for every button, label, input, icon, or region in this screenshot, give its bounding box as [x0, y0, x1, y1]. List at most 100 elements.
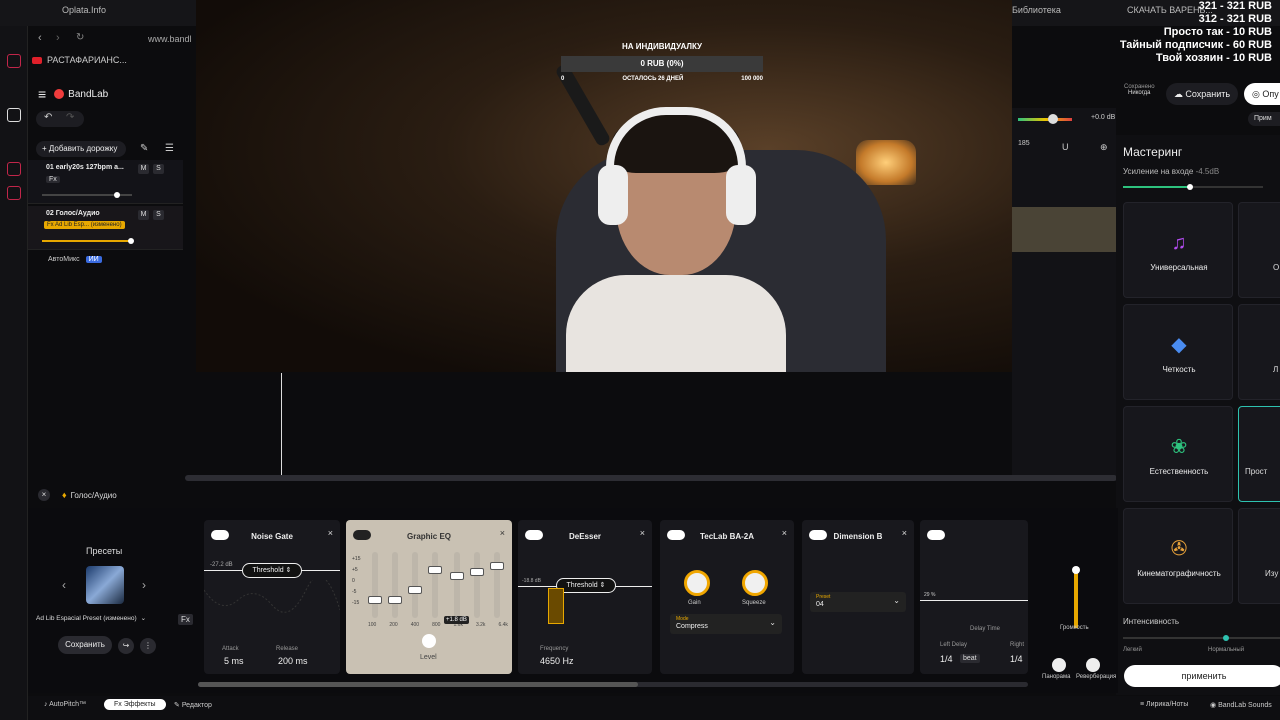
fx-icon[interactable]: Fx	[178, 614, 193, 625]
back-icon[interactable]: ‹	[38, 32, 42, 44]
close-icon[interactable]: ×	[500, 528, 505, 538]
audio-clip[interactable]	[1012, 207, 1116, 252]
close-icon[interactable]: ×	[38, 489, 50, 501]
frequency-band[interactable]	[548, 588, 564, 624]
eq-band-slider[interactable]	[490, 552, 504, 618]
eq-thumb[interactable]	[368, 596, 382, 604]
eq-band-slider[interactable]	[428, 552, 442, 618]
preset-next-icon[interactable]: ›	[142, 578, 146, 592]
delay-card[interactable]: 29 % Delay Time Left Delay 1/4 beat Righ…	[920, 520, 1028, 674]
playhead[interactable]	[281, 373, 282, 481]
volume-slider[interactable]	[1072, 566, 1080, 628]
eq-band-slider[interactable]	[408, 552, 422, 618]
timeline-area[interactable]: 185 U ⊕	[1012, 108, 1116, 480]
undo-icon[interactable]: ↶	[44, 112, 52, 123]
preset-card-natural[interactable]: ❀ Естественность	[1123, 406, 1233, 502]
preset-select[interactable]: Ad Lib Espacial Preset (изменено) ⌄	[36, 614, 168, 628]
preset-card-universal[interactable]: ♫ Универсальная	[1123, 202, 1233, 298]
scroll-thumb[interactable]	[198, 682, 638, 687]
close-icon[interactable]: ×	[640, 528, 645, 538]
sidebar-settings-icon[interactable]	[7, 186, 21, 200]
reverb-knob[interactable]	[1086, 658, 1100, 672]
graphic-eq-card[interactable]: Graphic EQ × +15 +5 0 -5 -15 100 200 400…	[346, 520, 512, 674]
delay-toggle[interactable]	[927, 530, 945, 540]
eq-thumb[interactable]	[470, 568, 484, 576]
level-knob[interactable]	[1048, 114, 1058, 124]
eq-thumb[interactable]	[428, 566, 442, 574]
horizontal-scrollbar[interactable]	[185, 475, 1117, 481]
dimension-card[interactable]: Dimension B × Preset 04 ⌄	[802, 520, 914, 674]
preset-card-partial[interactable]: О	[1238, 202, 1280, 298]
close-icon[interactable]: ×	[902, 528, 907, 538]
close-icon[interactable]: ×	[782, 528, 787, 538]
redo-icon[interactable]: ↷	[66, 112, 74, 123]
mute-button[interactable]: M	[138, 210, 149, 220]
bookmark-item[interactable]: РАСТАФАРИАНС...	[32, 55, 127, 65]
preset-select[interactable]: Preset 04 ⌄	[810, 592, 906, 612]
magnet-icon[interactable]: U	[1062, 142, 1069, 152]
effects-tab[interactable]: Fx Эффекты	[104, 699, 166, 710]
preset-card-cinematic[interactable]: ✇ Кинематографичность	[1123, 508, 1233, 604]
eq-thumb[interactable]	[408, 586, 422, 594]
save-preset-button[interactable]: Сохранить	[58, 636, 112, 654]
noise-gate-card[interactable]: Noise Gate × -27.2 dB Threshold ⇕ Attack…	[204, 520, 340, 674]
zoom-icon[interactable]: ⊕	[1100, 142, 1108, 153]
tab-library[interactable]: Библиотека	[1012, 5, 1061, 15]
attack-value[interactable]: 5 ms	[224, 656, 244, 666]
sidebar-music-icon[interactable]	[7, 162, 21, 176]
track-row[interactable]: 02 Голос/Аудио M S Fx Ad Lib Esp... (изм…	[28, 206, 183, 250]
effects-scrollbar[interactable]	[198, 682, 1028, 687]
preset-card-partial[interactable]: Л	[1238, 304, 1280, 400]
tab-oplata[interactable]: Oplata.Info	[62, 5, 106, 15]
intensity-slider[interactable]	[1123, 635, 1280, 641]
eq-thumb[interactable]	[388, 596, 402, 604]
deesser-card[interactable]: DeEsser × -18.8 dB Threshold ⇕ Frequency…	[518, 520, 652, 674]
slider-thumb[interactable]	[1223, 635, 1229, 641]
menu-icon[interactable]: ≡	[38, 86, 46, 102]
close-icon[interactable]: ×	[328, 528, 333, 538]
volume-fader[interactable]	[42, 238, 134, 244]
preset-card-clarity[interactable]: ◆ Четкость	[1123, 304, 1233, 400]
frequency-value[interactable]: 4650 Hz	[540, 656, 574, 666]
share-icon[interactable]: ↪	[118, 638, 134, 654]
left-delay-unit[interactable]: beat	[960, 654, 980, 663]
eq-thumb[interactable]	[450, 572, 464, 580]
right-delay-value[interactable]: 1/4	[1010, 654, 1023, 664]
preset-prev-icon[interactable]: ‹	[62, 578, 66, 592]
track-row[interactable]: 01 early20s 127bpm a... M S Fx	[28, 160, 183, 204]
save-button[interactable]: ☁ Сохранить	[1166, 83, 1238, 105]
solo-button[interactable]: S	[153, 164, 164, 174]
threshold-control[interactable]: Threshold ⇕	[556, 578, 616, 593]
reload-icon[interactable]: ↻	[76, 32, 84, 43]
volume-fader[interactable]	[42, 192, 132, 198]
url-bar[interactable]: ‹ › ↻ www.bandl	[28, 28, 198, 50]
editor-tab[interactable]: ✎ Редактор	[174, 701, 212, 709]
solo-button[interactable]: S	[153, 210, 164, 220]
pan-knob[interactable]	[1052, 658, 1066, 672]
mode-select[interactable]: Mode Compress ⌄	[670, 614, 782, 634]
eq-thumb[interactable]	[490, 562, 504, 570]
more-icon[interactable]: ⋮	[140, 638, 156, 654]
url-text[interactable]: www.bandl	[148, 34, 192, 44]
automix-row[interactable]: АвтоМикс ИИ	[28, 256, 102, 263]
slider-thumb[interactable]	[1072, 566, 1080, 574]
apply-short-button[interactable]: Прим	[1248, 112, 1280, 126]
preset-card-partial[interactable]: Прост	[1238, 406, 1280, 502]
sounds-button[interactable]: ◉ BandLab Sounds	[1210, 701, 1272, 709]
fx-badge[interactable]: Fx Ad Lib Esp... (изменено)	[44, 221, 125, 229]
teclab-card[interactable]: TecLab BA-2A × Gain Squeeze Mode Compres…	[660, 520, 794, 674]
preset-card-partial[interactable]: Изу	[1238, 508, 1280, 604]
input-gain-slider[interactable]	[1123, 184, 1263, 190]
eq-band-slider[interactable]	[368, 552, 382, 618]
eq-band-slider[interactable]	[450, 552, 464, 618]
sidebar-app-icon[interactable]	[7, 54, 21, 68]
left-delay-value[interactable]: 1/4	[940, 654, 953, 664]
fader-knob[interactable]	[128, 238, 134, 244]
eq-band-slider[interactable]	[470, 552, 484, 618]
eq-band-slider[interactable]	[388, 552, 402, 618]
threshold-control[interactable]: Threshold ⇕	[242, 563, 302, 578]
publish-button[interactable]: ◎ Опу	[1244, 83, 1280, 105]
fx-badge[interactable]: Fx	[46, 176, 60, 183]
gain-knob[interactable]	[684, 570, 710, 596]
level-meter[interactable]	[1018, 114, 1072, 124]
